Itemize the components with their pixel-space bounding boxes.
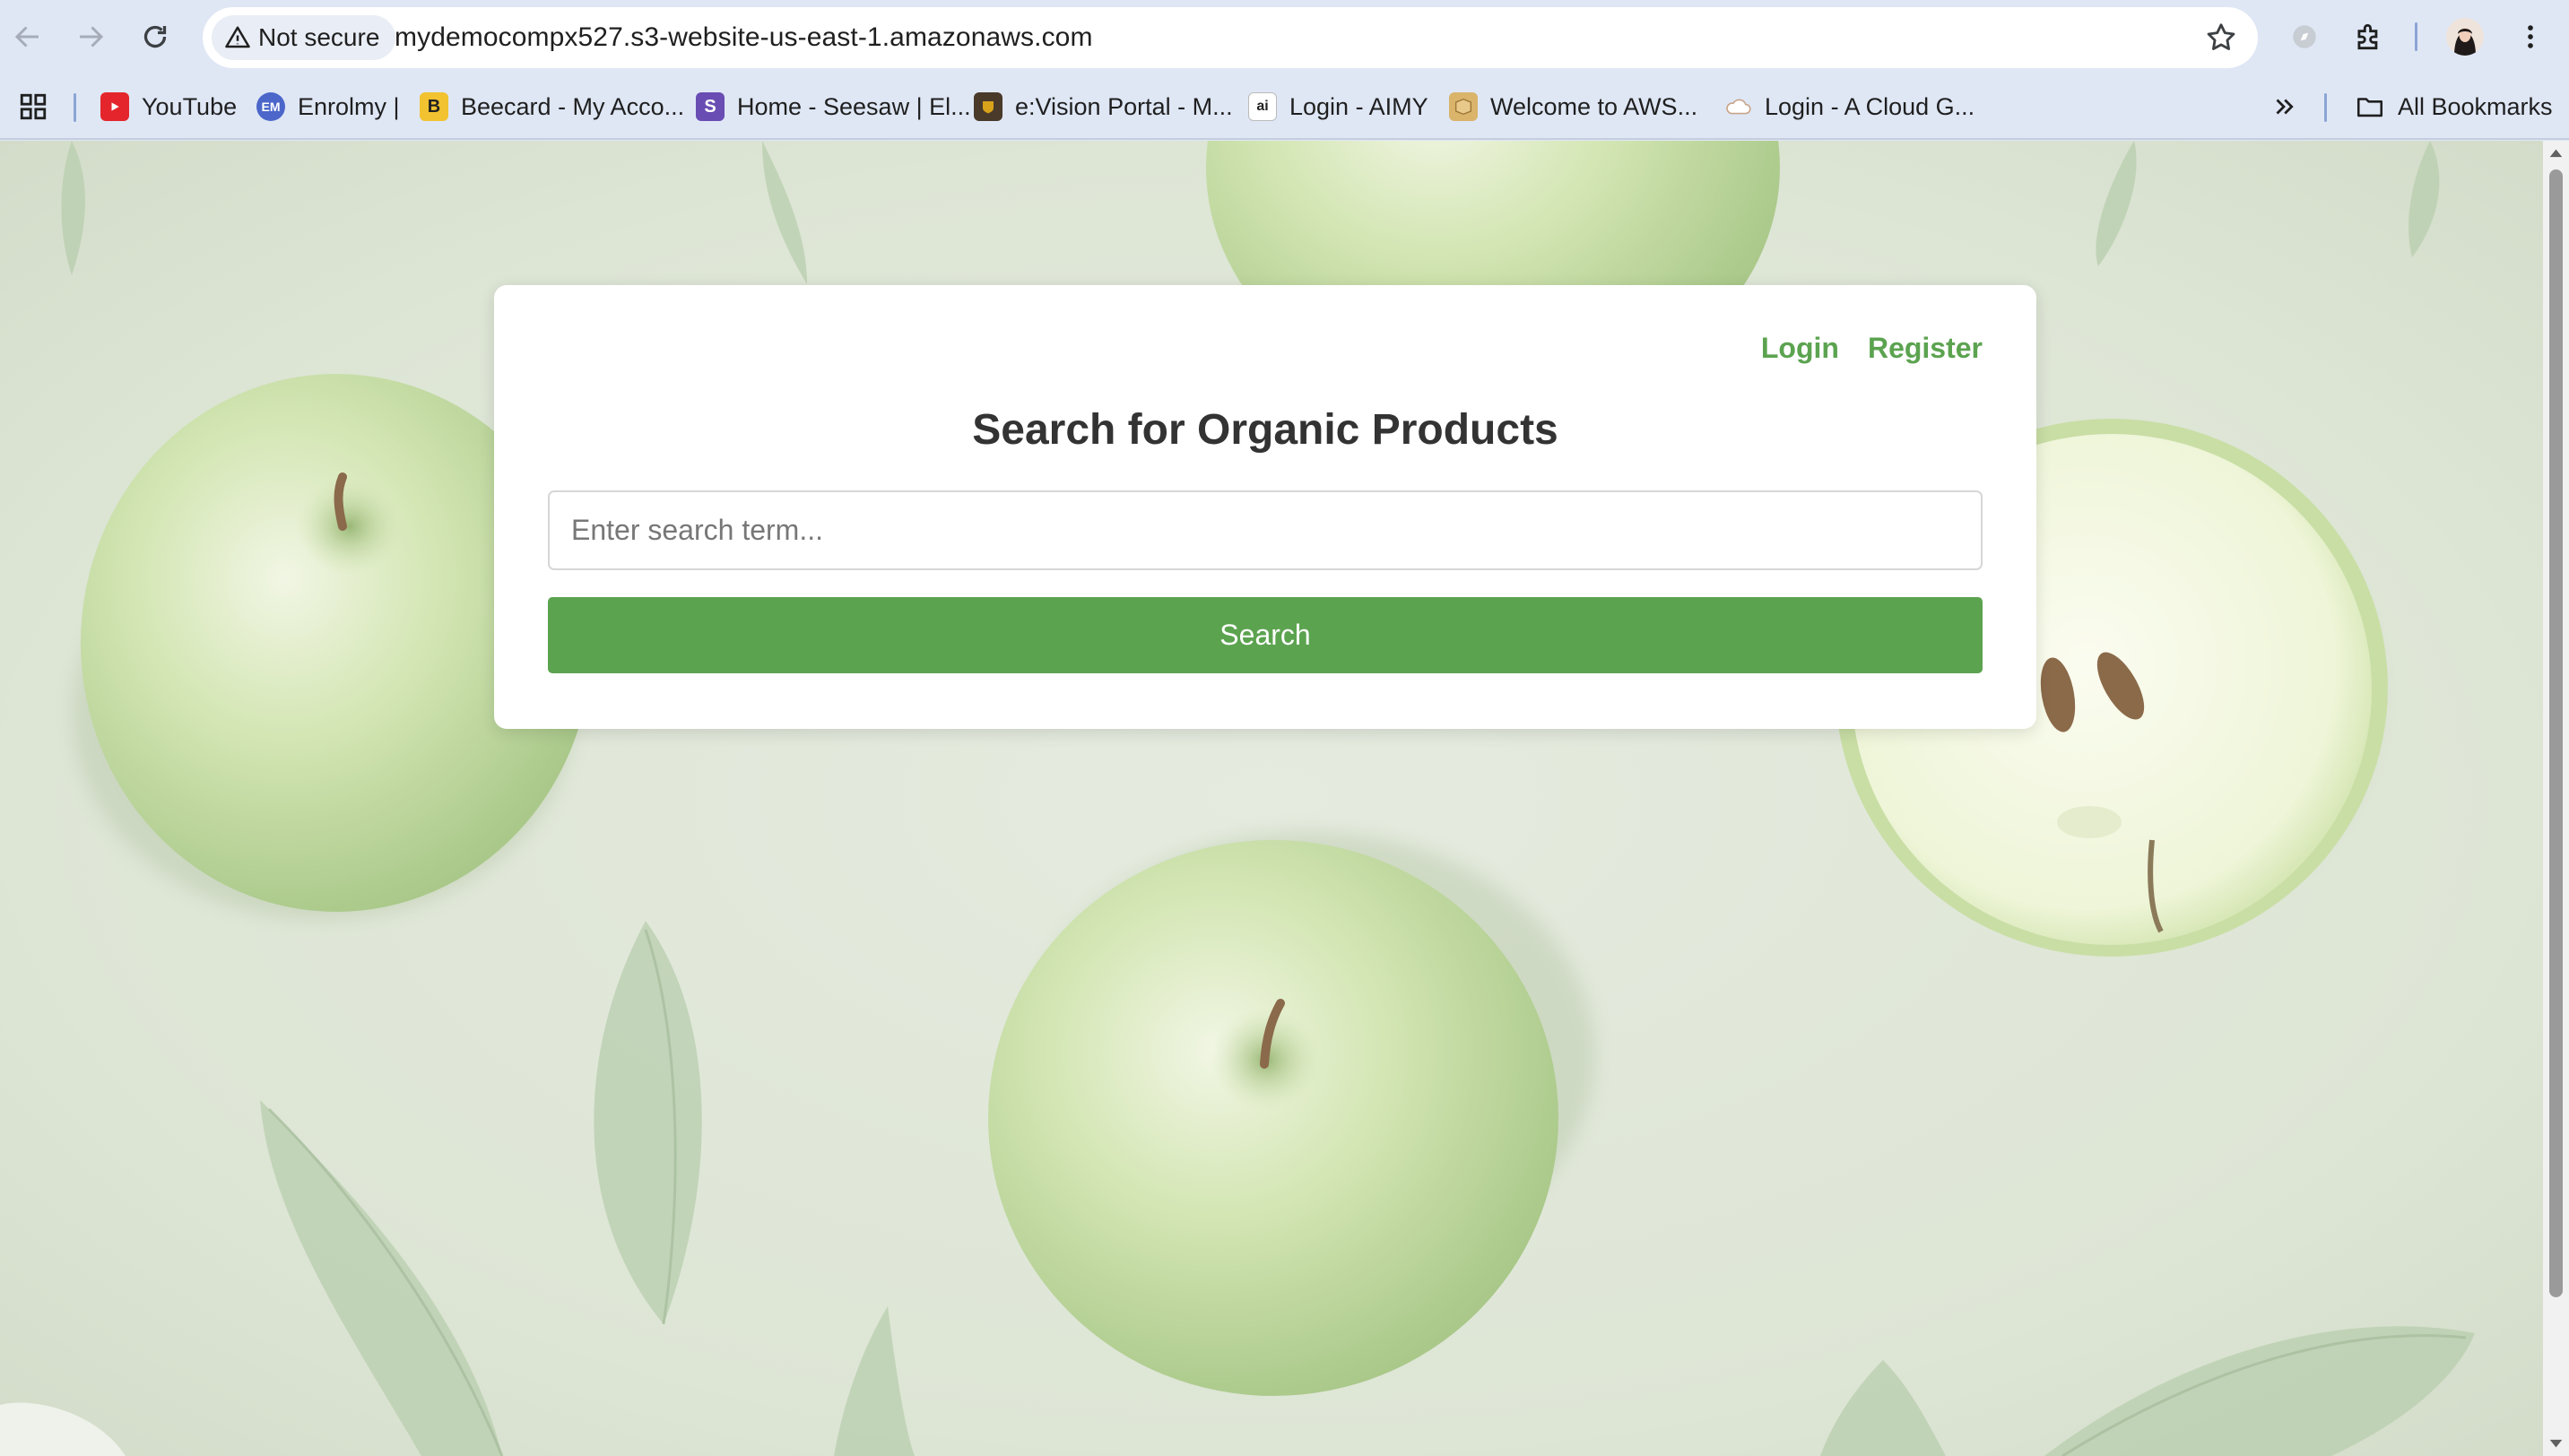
bookmark-label: Login - AIMY — [1289, 92, 1428, 120]
register-link[interactable]: Register — [1868, 332, 1983, 365]
extension-compass-button[interactable] — [2285, 17, 2324, 56]
evision-icon — [974, 92, 1002, 121]
auth-nav: Login Register — [1761, 332, 1983, 365]
beecard-icon: B — [420, 92, 448, 121]
bookmark-star-icon[interactable] — [2204, 21, 2238, 55]
bookmark-label: Home - Seesaw | El... — [737, 92, 971, 120]
more-bookmarks-button[interactable] — [2270, 74, 2297, 140]
bookmark-cloud-guru[interactable]: Login - A Cloud G... — [1723, 74, 1974, 140]
search-button[interactable]: Search — [548, 597, 1983, 673]
double-chevron-right-icon — [2276, 99, 2294, 115]
search-input[interactable] — [548, 490, 1983, 570]
profile-avatar[interactable] — [2446, 18, 2484, 56]
profile-avatar-icon — [2446, 18, 2484, 56]
page-scrollbar[interactable] — [2543, 141, 2569, 1456]
reload-button[interactable] — [135, 16, 176, 57]
aimy-icon: ai — [1248, 92, 1277, 121]
puzzle-icon — [2357, 23, 2378, 50]
search-card: Login Register Search for Organic Produc… — [494, 285, 2036, 729]
forward-button[interactable] — [70, 16, 111, 57]
bookmark-label: Welcome to AWS... — [1490, 92, 1698, 120]
apps-button[interactable] — [18, 74, 48, 140]
security-chip-label: Not secure — [258, 23, 380, 51]
bookmark-beecard[interactable]: B Beecard - My Acco... — [420, 74, 684, 140]
apps-grid-icon — [20, 93, 47, 120]
all-bookmarks-button[interactable]: All Bookmarks — [2355, 74, 2553, 140]
reload-icon — [143, 25, 167, 48]
browser-menu-button[interactable] — [2511, 17, 2550, 56]
login-link[interactable]: Login — [1761, 332, 1839, 365]
bookmark-label: Login - A Cloud G... — [1765, 92, 1975, 120]
compass-icon — [2293, 25, 2316, 48]
bookmark-enrolmy[interactable]: EM Enrolmy | — [256, 74, 400, 140]
kebab-menu-icon — [2528, 25, 2533, 48]
bookmark-evision[interactable]: e:Vision Portal - M... — [974, 74, 1233, 140]
bookmark-label: e:Vision Portal - M... — [1015, 92, 1233, 120]
bookmarks-bar: YouTube EM Enrolmy | B Beecard - My Acco… — [0, 74, 2569, 140]
bookmark-seesaw[interactable]: S Home - Seesaw | El... — [696, 74, 971, 140]
warning-icon — [225, 26, 250, 48]
bookmarks-divider — [74, 93, 76, 122]
bookmark-youtube[interactable]: YouTube — [100, 74, 237, 140]
url-text[interactable]: mydemocompx527.s3-website-us-east-1.amaz… — [395, 7, 1093, 68]
extensions-button[interactable] — [2349, 17, 2389, 56]
bookmarks-divider — [2324, 93, 2327, 122]
security-chip[interactable]: Not secure — [212, 15, 396, 60]
scroll-up-arrow-icon[interactable] — [2548, 146, 2564, 159]
aws-box-icon — [1449, 92, 1478, 121]
toolbar-divider — [2415, 22, 2417, 51]
youtube-icon — [100, 92, 129, 121]
scroll-thumb[interactable] — [2549, 169, 2563, 1297]
bookmark-label: YouTube — [142, 92, 238, 120]
back-button[interactable] — [7, 16, 48, 57]
enrolmy-icon: EM — [256, 92, 285, 121]
page-viewport: Login Register Search for Organic Produc… — [0, 141, 2543, 1456]
seesaw-icon: S — [696, 92, 725, 121]
bookmark-label: Enrolmy | — [298, 92, 400, 120]
arrow-right-icon — [80, 26, 104, 48]
all-bookmarks-label: All Bookmarks — [2398, 92, 2553, 120]
bookmark-label: Beecard - My Acco... — [461, 92, 685, 120]
bookmark-aimy[interactable]: ai Login - AIMY — [1248, 74, 1428, 140]
page-title: Search for Organic Products — [972, 406, 1558, 454]
folder-icon — [2356, 98, 2383, 117]
arrow-left-icon — [14, 26, 39, 48]
address-bar[interactable]: Not secure mydemocompx527.s3-website-us-… — [203, 7, 2258, 68]
browser-toolbar: Not secure mydemocompx527.s3-website-us-… — [0, 0, 2569, 74]
bookmark-aws[interactable]: Welcome to AWS... — [1449, 74, 1697, 140]
scroll-down-arrow-icon[interactable] — [2548, 1438, 2564, 1451]
cloud-icon — [1723, 92, 1752, 121]
